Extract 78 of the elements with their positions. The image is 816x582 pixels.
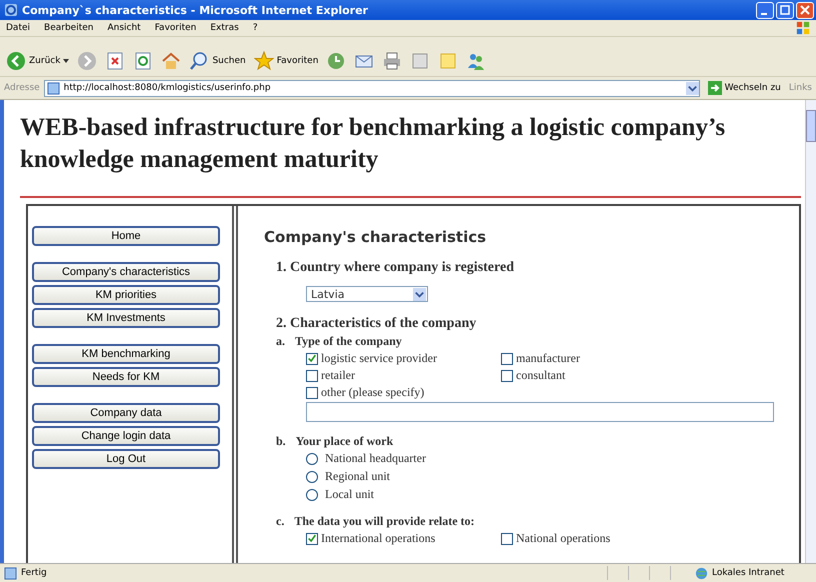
nav-button[interactable]: Home	[32, 226, 220, 246]
checkbox[interactable]	[501, 532, 513, 544]
go-button[interactable]: Wechseln zu	[704, 81, 785, 95]
subquestion-title: Your place of work	[296, 434, 394, 449]
radio-button[interactable]	[306, 470, 318, 482]
checkbox-option[interactable]: consultant	[501, 368, 701, 383]
close-button[interactable]	[796, 2, 814, 18]
caret-icon	[63, 58, 70, 62]
refresh-icon[interactable]	[133, 50, 154, 70]
radio-option[interactable]: National headquarter	[306, 451, 799, 466]
item-marker: c.	[276, 514, 284, 529]
country-select[interactable]: Latvia	[306, 286, 428, 302]
checkbox-option[interactable]: International operations	[306, 531, 501, 546]
search-icon	[189, 50, 210, 70]
form-heading: Company's characteristics	[264, 228, 488, 246]
dropdown-icon	[413, 288, 426, 300]
menu-item[interactable]: Bearbeiten	[44, 23, 94, 33]
favorites-button[interactable]: Favoriten	[254, 50, 318, 70]
nav-button[interactable]: Company's characteristics	[32, 262, 220, 282]
checkbox[interactable]	[501, 370, 513, 382]
subquestion-title: The data you will provide relate to:	[294, 514, 475, 529]
address-field[interactable]: http://localhost:8080/kmlogistics/userinfo.php	[44, 80, 700, 96]
home-icon[interactable]	[161, 50, 182, 70]
item-marker: a.	[276, 334, 285, 349]
radio-option[interactable]: Regional unit	[306, 469, 799, 484]
address-label: Adresse	[4, 83, 40, 93]
specify-input-field[interactable]	[306, 402, 774, 422]
question-title: 2. Characteristics of the company	[276, 316, 478, 332]
maximize-icon	[780, 5, 790, 15]
nav-button[interactable]: Company data	[32, 403, 220, 423]
nav-button[interactable]: Change login data	[32, 426, 220, 446]
maximize-button[interactable]	[776, 2, 794, 18]
stop-icon[interactable]	[105, 50, 126, 70]
nav-button[interactable]: KM Investments	[32, 308, 220, 328]
page-icon	[46, 82, 60, 94]
status-text: Fertig	[21, 568, 48, 578]
item-marker: b.	[276, 434, 286, 449]
window-title: Company`s characteristics - Microsoft Internet Explorer	[22, 4, 369, 16]
back-button[interactable]: Zurück	[6, 50, 70, 70]
minimize-button[interactable]	[756, 2, 774, 18]
nav-button[interactable]: Needs for KM	[32, 367, 220, 387]
radio-button[interactable]	[306, 452, 318, 464]
checkbox-option[interactable]: other (please specify)	[306, 385, 799, 400]
scrollbar[interactable]	[805, 100, 816, 563]
checkbox[interactable]	[501, 352, 513, 364]
nav-button[interactable]: KM benchmarking	[32, 344, 220, 364]
arrow-icon	[708, 81, 722, 95]
checkbox-option[interactable]: logistic service provider	[306, 351, 501, 366]
globe-icon	[695, 566, 708, 580]
menu-item[interactable]: Extras	[210, 23, 239, 33]
checkbox[interactable]	[306, 370, 318, 382]
checkbox-option[interactable]: manufacturer	[501, 351, 701, 366]
checkbox[interactable]	[306, 352, 318, 364]
nav-button[interactable]: Log Out	[32, 449, 220, 469]
page-title: WEB-based infrastructure for benchmarking a logistic company’s knowledge management maturity	[20, 113, 726, 175]
page-icon	[4, 566, 17, 580]
minimize-icon	[760, 13, 766, 15]
checkbox-option[interactable]: National operations	[501, 531, 701, 546]
menu-item[interactable]: ?	[252, 23, 258, 33]
menu-item[interactable]: Ansicht	[107, 23, 141, 33]
menu-item[interactable]: Datei	[6, 23, 30, 33]
windows-logo-icon	[796, 21, 810, 35]
star-icon	[254, 50, 274, 70]
printer-icon[interactable]	[382, 50, 402, 70]
history-icon[interactable]	[326, 50, 346, 70]
radio-button[interactable]	[306, 488, 318, 500]
subquestion-title: Type of the company	[295, 334, 402, 349]
zone-text: Lokales Intranet	[712, 568, 786, 578]
menu-item[interactable]: Favoriten	[154, 23, 196, 33]
dropdown-icon[interactable]	[686, 82, 699, 94]
checkbox[interactable]	[306, 386, 318, 398]
close-icon	[800, 5, 810, 15]
search-button[interactable]: Suchen	[189, 50, 246, 70]
checkbox[interactable]	[306, 532, 318, 544]
radio-option[interactable]: Local unit	[306, 487, 799, 502]
nav-button[interactable]: KM priorities	[32, 285, 220, 305]
checkbox-option[interactable]: retailer	[306, 368, 501, 383]
question-title: 1. Country where company is registered	[276, 260, 515, 276]
